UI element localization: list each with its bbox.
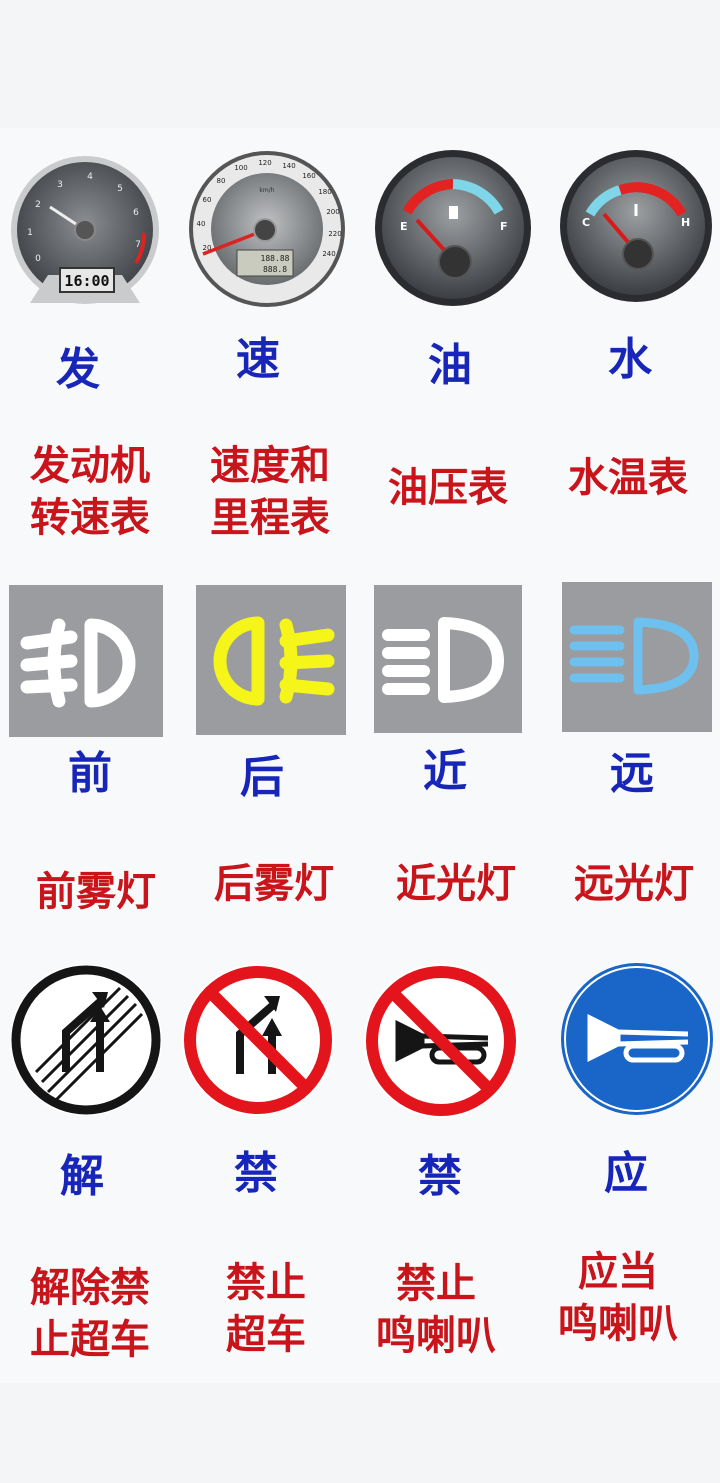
gauge-char: 速 — [236, 334, 280, 385]
temp-cold-label: C — [582, 216, 590, 229]
gauge-char: 发 — [56, 344, 100, 395]
light-char: 近 — [423, 746, 467, 797]
sign-char: 禁 — [234, 1148, 278, 1199]
sign-description: 应当 鸣喇叭 — [558, 1249, 678, 1347]
low-beam-icon — [374, 585, 522, 733]
high-beam-icon — [562, 582, 712, 732]
speed-unit: km/h — [259, 187, 274, 194]
honk-sign-icon — [561, 963, 713, 1115]
tach-tick: 1 — [27, 228, 33, 238]
front-fog-light-icon — [9, 585, 163, 737]
tach-tick: 0 — [35, 254, 41, 264]
no-overtaking-sign-icon — [182, 964, 334, 1116]
trip-odometer: 188.88 — [261, 254, 290, 263]
gauge-description: 油压表 — [388, 465, 508, 511]
speed-tick: 200 — [326, 208, 339, 216]
gauge-description: 速度和 里程表 — [210, 443, 330, 541]
total-odometer: 888.8 — [263, 265, 287, 274]
light-char: 远 — [610, 748, 654, 799]
speed-tick: 60 — [203, 196, 212, 204]
gauge-char: 油 — [428, 340, 472, 391]
light-description: 远光灯 — [574, 861, 694, 907]
speed-tick: 120 — [258, 159, 271, 167]
light-description: 近光灯 — [396, 861, 516, 907]
sign-description: 禁止 鸣喇叭 — [376, 1261, 496, 1359]
water-temp-gauge-icon: C H — [560, 150, 712, 302]
temp-hot-label: H — [681, 216, 690, 229]
tachometer-icon: 0 1 2 3 4 5 6 7 16:00 — [11, 156, 159, 304]
rear-fog-light-icon — [196, 585, 346, 735]
sign-char: 解 — [60, 1151, 104, 1202]
speed-tick: 220 — [328, 230, 341, 238]
tach-clock-display: 16:00 — [64, 272, 109, 290]
fuel-empty-label: E — [400, 220, 408, 233]
light-description: 前雾灯 — [36, 869, 156, 915]
speed-tick: 100 — [234, 164, 247, 172]
speed-tick: 160 — [302, 172, 315, 180]
tach-tick: 5 — [117, 184, 123, 194]
light-description: 后雾灯 — [214, 861, 334, 907]
sign-description: 解除禁 止超车 — [30, 1265, 150, 1363]
tach-tick: 3 — [57, 180, 63, 190]
speedometer-icon: 20 40 60 80 100 120 140 160 180 200 220 … — [189, 151, 345, 307]
no-honking-sign-icon — [364, 964, 518, 1118]
speed-tick: 80 — [217, 177, 226, 185]
sign-char: 禁 — [418, 1151, 462, 1202]
gauge-char: 水 — [608, 334, 652, 385]
speed-tick: 140 — [282, 162, 295, 170]
speed-tick: 40 — [197, 220, 206, 228]
tach-tick: 4 — [87, 172, 93, 182]
gauge-description: 水温表 — [568, 455, 688, 501]
tach-tick: 2 — [35, 200, 41, 210]
fuel-full-label: F — [500, 220, 508, 233]
sign-description: 禁止 超车 — [226, 1260, 306, 1358]
gauge-description: 发动机 转速表 — [30, 443, 150, 541]
end-no-overtaking-sign-icon — [10, 964, 162, 1116]
sign-char: 应 — [604, 1148, 648, 1199]
light-char: 前 — [68, 748, 112, 799]
light-char: 后 — [240, 752, 284, 803]
tach-tick: 6 — [133, 208, 139, 218]
speed-tick: 240 — [322, 250, 335, 258]
speed-tick: 180 — [318, 188, 331, 196]
fuel-gauge-icon: E F — [375, 150, 531, 306]
